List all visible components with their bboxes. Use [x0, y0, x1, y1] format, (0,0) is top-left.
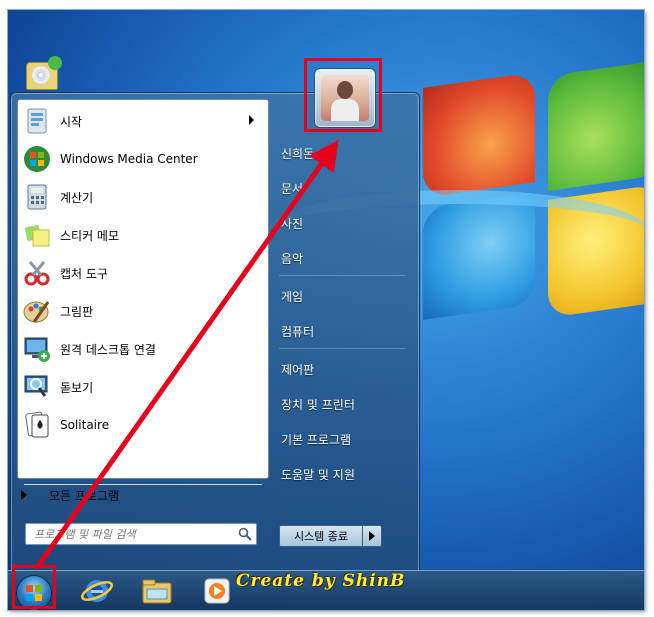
calculator-icon — [22, 182, 52, 212]
right-item-documents[interactable]: 문서 — [281, 176, 411, 200]
search-input[interactable] — [32, 526, 236, 542]
program-label: 시작 — [60, 114, 83, 129]
program-item-remote-desktop[interactable]: 원격 데스크톱 연결 — [22, 332, 262, 366]
program-label: Solitaire — [60, 418, 110, 432]
program-item-sticky-notes[interactable]: 스티커 메모 — [22, 218, 262, 252]
program-label: 그림판 — [60, 304, 94, 319]
highlight-box-start-button — [12, 565, 56, 609]
right-item-devices-printers[interactable]: 장치 및 프린터 — [281, 392, 411, 416]
shutdown-button[interactable]: 시스템 종료 — [279, 525, 363, 547]
submenu-arrow-icon — [249, 115, 254, 125]
desktop-media-icon[interactable] — [22, 56, 64, 94]
right-item-computer[interactable]: 컴퓨터 — [281, 319, 411, 343]
watermark-text: Create by ShinB — [236, 571, 406, 591]
right-item-games[interactable]: 게임 — [281, 284, 411, 308]
divider — [279, 348, 405, 349]
all-programs-arrow-icon — [21, 490, 27, 500]
program-label: 원격 데스크톱 연결 — [60, 342, 156, 357]
right-item-control-panel[interactable]: 제어판 — [281, 357, 411, 381]
program-label: 계산기 — [60, 190, 94, 205]
program-item-media-center[interactable]: Windows Media Center — [22, 142, 262, 176]
search-icon[interactable] — [238, 526, 252, 541]
shutdown-options-button[interactable] — [362, 525, 382, 547]
program-label: Windows Media Center — [60, 152, 198, 166]
program-item-magnifier[interactable]: 돋보기 — [22, 370, 262, 404]
right-item-default-programs[interactable]: 기본 프로그램 — [281, 427, 411, 451]
snipping-tool-icon — [22, 258, 52, 288]
remote-desktop-icon — [22, 334, 52, 364]
program-item-getting-started[interactable]: 시작 — [22, 104, 262, 138]
all-programs-label: 모든 프로그램 — [49, 488, 120, 503]
right-item-user[interactable]: 신희돈 — [281, 141, 411, 165]
right-item-help-support[interactable]: 도움말 및 지원 — [281, 462, 411, 486]
program-item-solitaire[interactable]: Solitaire — [22, 408, 262, 442]
program-label: 캡처 도구 — [60, 266, 108, 281]
screenshot-frame: 시작 Windows Media Center 계산기 스티커 메모 캡처 도구… — [0, 0, 654, 615]
all-programs-button[interactable]: 모든 프로그램 — [21, 485, 261, 505]
internet-explorer-icon[interactable] — [80, 575, 114, 607]
sticky-notes-icon — [22, 220, 52, 250]
program-item-snipping-tool[interactable]: 캡처 도구 — [22, 256, 262, 290]
media-center-icon — [22, 144, 52, 174]
windows-explorer-icon[interactable] — [140, 575, 174, 607]
start-menu: 시작 Windows Media Center 계산기 스티커 메모 캡처 도구… — [10, 92, 420, 574]
divider — [279, 275, 405, 276]
magnifier-icon — [22, 372, 52, 402]
right-item-pictures[interactable]: 사진 — [281, 211, 411, 235]
program-label: 스티커 메모 — [60, 228, 120, 243]
programs-panel: 시작 Windows Media Center 계산기 스티커 메모 캡처 도구… — [17, 99, 269, 485]
search-box — [25, 523, 257, 545]
program-label: 돋보기 — [60, 380, 94, 395]
right-item-music[interactable]: 음악 — [281, 246, 411, 270]
program-item-calculator[interactable]: 계산기 — [22, 180, 262, 214]
media-player-icon[interactable] — [200, 575, 234, 607]
program-item-paint[interactable]: 그림판 — [22, 294, 262, 328]
highlight-box-user-picture — [304, 58, 382, 132]
paint-icon — [22, 296, 52, 326]
getting-started-icon — [22, 106, 52, 136]
solitaire-icon — [22, 410, 52, 440]
